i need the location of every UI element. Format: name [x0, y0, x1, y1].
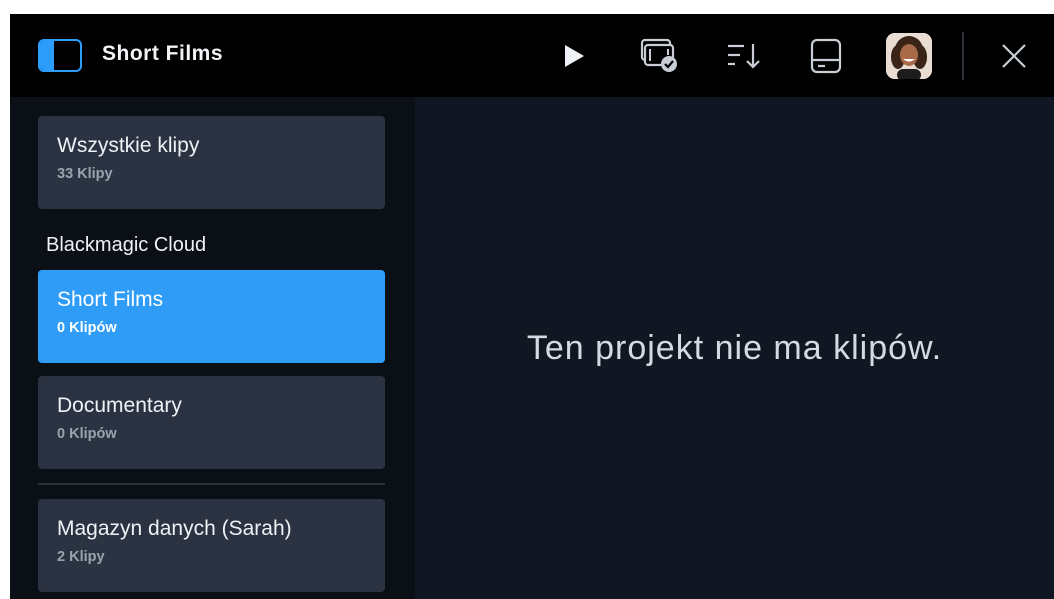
- toolbar-divider: [962, 32, 964, 80]
- sidebar-item-all-clips[interactable]: Wszystkie klipy 33 Klipy: [38, 116, 385, 209]
- sidebar-item-storage[interactable]: Magazyn danych (Sarah) 2 Klipy: [38, 499, 385, 592]
- section-label-cloud: Blackmagic Cloud: [46, 234, 207, 256]
- card-name: Magazyn danych (Sarah): [57, 517, 292, 540]
- avatar[interactable]: [886, 33, 932, 79]
- close-icon[interactable]: [992, 34, 1036, 78]
- card-name: Documentary: [57, 394, 182, 417]
- card-count: 2 Klipy: [57, 549, 105, 565]
- sidebar-divider: [38, 483, 385, 485]
- card-name: Short Films: [57, 288, 164, 311]
- storage-icon[interactable]: [804, 34, 848, 78]
- card-name: Wszystkie klipy: [57, 134, 200, 157]
- top-bar: Short Films: [10, 14, 1054, 97]
- sidebar: Wszystkie klipy 33 Klipy Blackmagic Clou…: [10, 97, 415, 599]
- empty-state-message: Ten projekt nie ma klipów.: [526, 328, 943, 367]
- page-title: Short Films: [102, 42, 224, 65]
- sidebar-toggle-icon[interactable]: [38, 39, 82, 72]
- sidebar-toggle-pane: [40, 41, 54, 70]
- card-count: 33 Klipy: [57, 166, 113, 182]
- sidebar-item-short-films[interactable]: Short Films 0 Klipów: [38, 270, 385, 363]
- sidebar-item-documentary[interactable]: Documentary 0 Klipów: [38, 376, 385, 469]
- card-count: 0 Klipów: [57, 426, 117, 442]
- media-ready-icon[interactable]: [638, 34, 682, 78]
- play-icon[interactable]: [552, 34, 596, 78]
- card-count: 0 Klipów: [57, 320, 117, 336]
- sort-icon[interactable]: [722, 34, 766, 78]
- app-screen: Short Films Wszystkie klipy 33 Klipy Bla…: [10, 14, 1054, 599]
